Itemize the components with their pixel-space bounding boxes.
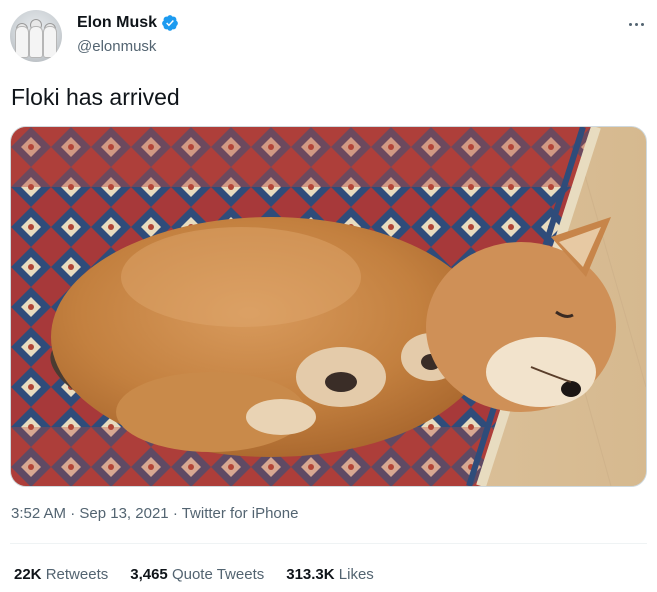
tweet-header: Elon Musk @elonmusk xyxy=(10,10,647,64)
likes-stat[interactable]: 313.3K Likes xyxy=(286,566,374,583)
likes-count: 313.3K xyxy=(286,566,335,583)
separator-dot: · xyxy=(172,505,178,522)
tweet-date[interactable]: Sep 13, 2021 xyxy=(79,505,168,522)
author-name[interactable]: Elon Musk xyxy=(77,14,157,32)
avatar[interactable] xyxy=(10,10,62,62)
tweet-time[interactable]: 3:52 AM xyxy=(11,505,66,522)
quote-tweets-label: Quote Tweets xyxy=(171,566,265,583)
tweet-source[interactable]: Twitter for iPhone xyxy=(182,505,299,522)
tweet-stats: 22K Retweets 3,465 Quote Tweets 313.3K L… xyxy=(14,566,396,583)
tweet-text: Floki has arrived xyxy=(11,84,180,110)
author-name-line[interactable]: Elon Musk xyxy=(77,14,179,32)
separator-dot: · xyxy=(70,505,76,522)
quote-tweets-stat[interactable]: 3,465 Quote Tweets xyxy=(130,566,264,583)
sleeping-dog-photo-icon xyxy=(11,127,646,486)
more-options-icon[interactable] xyxy=(625,16,647,32)
retweets-stat[interactable]: 22K Retweets xyxy=(14,566,108,583)
tweet-photo[interactable] xyxy=(10,126,647,487)
quote-tweets-count: 3,465 xyxy=(130,566,168,583)
divider xyxy=(10,543,647,544)
verified-badge-icon xyxy=(162,15,178,31)
retweets-label: Retweets xyxy=(45,566,109,583)
tweet-timestamp: 3:52 AM · Sep 13, 2021 · Twitter for iPh… xyxy=(11,505,298,522)
likes-label: Likes xyxy=(338,566,374,583)
retweets-count: 22K xyxy=(14,566,42,583)
author-handle[interactable]: @elonmusk xyxy=(77,38,156,55)
